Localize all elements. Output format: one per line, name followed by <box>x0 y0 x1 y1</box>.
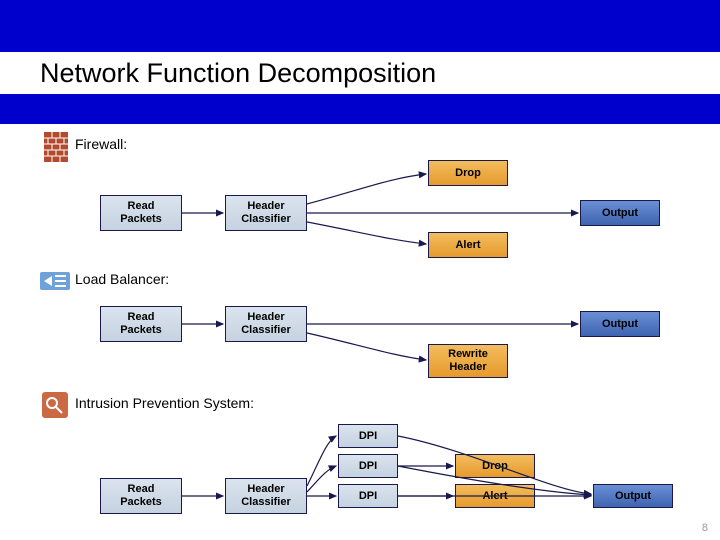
ips-output: Output <box>593 484 673 508</box>
ips-read-packets: Read Packets <box>100 478 182 514</box>
ips-label: Intrusion Prevention System: <box>75 395 254 411</box>
fw-output: Output <box>580 200 660 226</box>
lb-rewrite-header: Rewrite Header <box>428 344 508 378</box>
fw-read-packets: Read Packets <box>100 195 182 231</box>
load-balancer-icon <box>40 270 70 292</box>
fw-header-classifier: Header Classifier <box>225 195 307 231</box>
firewall-icon <box>44 132 68 162</box>
ips-header-classifier: Header Classifier <box>225 478 307 514</box>
page-number: 8 <box>702 522 708 534</box>
ips-dpi-3: DPI <box>338 484 398 508</box>
title-bar-bottom <box>0 94 720 124</box>
fw-drop: Drop <box>428 160 508 186</box>
lb-read-packets: Read Packets <box>100 306 182 342</box>
ips-icon <box>42 392 68 418</box>
ips-dpi-1: DPI <box>338 424 398 448</box>
ips-alert: Alert <box>455 484 535 508</box>
lb-output: Output <box>580 311 660 337</box>
fw-alert: Alert <box>428 232 508 258</box>
firewall-label: Firewall: <box>75 136 127 152</box>
title-bar-top <box>0 0 720 52</box>
slide: Network Function Decomposition Firewall:… <box>0 0 720 540</box>
ips-drop: Drop <box>455 454 535 478</box>
page-title: Network Function Decomposition <box>40 58 436 89</box>
lb-header-classifier: Header Classifier <box>225 306 307 342</box>
ips-dpi-2: DPI <box>338 454 398 478</box>
load-balancer-label: Load Balancer: <box>75 271 169 287</box>
